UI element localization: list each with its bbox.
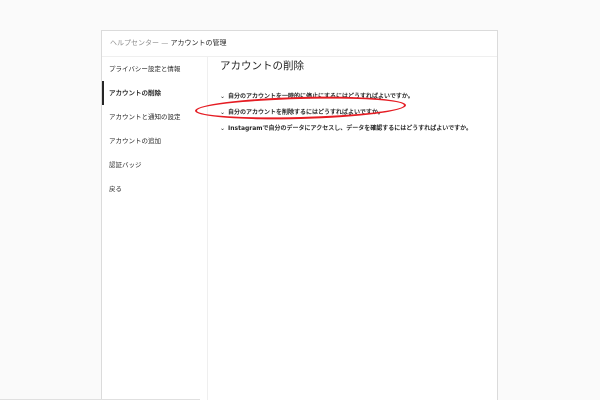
sidebar-item-verified-badge[interactable]: 認証バッジ (102, 153, 207, 177)
faq-item-access-data[interactable]: ⌄ Instagramで自分のデータにアクセスし、データを確認するにはどうすれば… (220, 121, 497, 137)
help-center-panel: ヘルプセンター — アカウントの管理 プライバシー設定と情報 アカウントの削除 … (101, 30, 498, 400)
chevron-down-icon: ⌄ (220, 93, 226, 100)
faq-item-label: Instagramで自分のデータにアクセスし、データを確認するにはどうすればよい… (228, 125, 472, 132)
sidebar-item-notification-settings[interactable]: アカウントと通知の設定 (102, 105, 207, 129)
sidebar-item-privacy[interactable]: プライバシー設定と情報 (102, 57, 207, 81)
chevron-down-icon: ⌄ (220, 109, 226, 116)
main-content: アカウントの削除 ⌄ 自分のアカウントを一時的に停止にするにはどうすればよいです… (208, 57, 497, 400)
sidebar-item-delete-account[interactable]: アカウントの削除 (102, 81, 207, 105)
faq-item-label: 自分のアカウントを一時的に停止にするにはどうすればよいですか。 (228, 93, 414, 100)
breadcrumb: ヘルプセンター — アカウントの管理 (102, 31, 497, 57)
sidebar: プライバシー設定と情報 アカウントの削除 アカウントと通知の設定 アカウントの追… (102, 57, 208, 400)
faq-list: ⌄ 自分のアカウントを一時的に停止にするにはどうすればよいですか。 ⌄ 自分のア… (220, 89, 497, 137)
faq-item-label: 自分のアカウントを削除するにはどうすればよいですか。 (228, 109, 384, 116)
faq-item-delete-account[interactable]: ⌄ 自分のアカウントを削除するにはどうすればよいですか。 (220, 105, 497, 121)
page-title: アカウントの削除 (220, 60, 304, 72)
breadcrumb-parent-link[interactable]: ヘルプセンター (110, 39, 159, 47)
sidebar-item-back[interactable]: 戻る (102, 177, 207, 201)
breadcrumb-separator: — (159, 39, 171, 47)
sidebar-item-add-account[interactable]: アカウントの追加 (102, 129, 207, 153)
chevron-down-icon: ⌄ (220, 125, 226, 132)
breadcrumb-current: アカウントの管理 (170, 39, 227, 47)
faq-item-temporarily-disable[interactable]: ⌄ 自分のアカウントを一時的に停止にするにはどうすればよいですか。 (220, 89, 497, 105)
